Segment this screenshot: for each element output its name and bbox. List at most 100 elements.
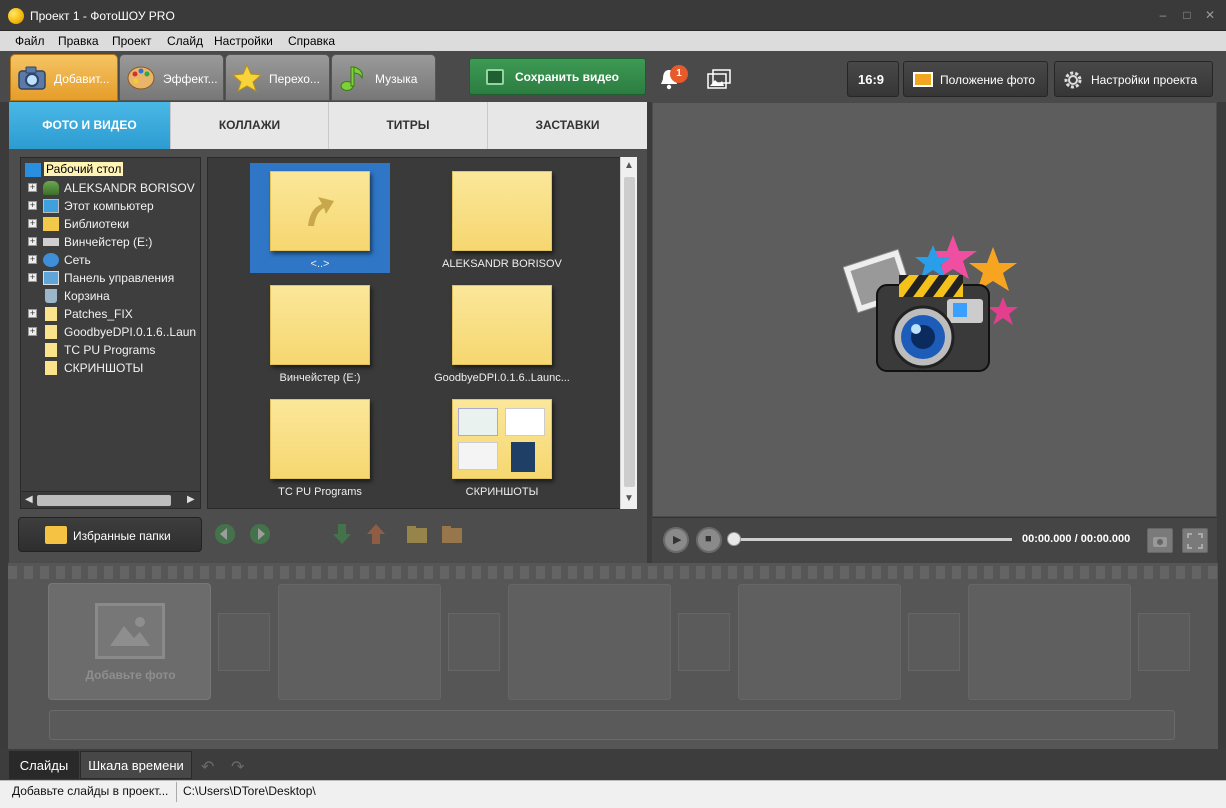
- scrollbar-thumb[interactable]: [624, 177, 635, 487]
- tree-item-goodbyedpi[interactable]: + GoodbyeDPI.0.1.6..Laun: [21, 323, 200, 341]
- tab-collages[interactable]: КОЛЛАЖИ: [171, 102, 329, 149]
- expand-icon[interactable]: +: [28, 201, 37, 210]
- tree-item-user[interactable]: + ALEKSANDR BORISOV: [21, 179, 200, 197]
- back-icon[interactable]: [213, 522, 237, 546]
- source-tabs: ФОТО И ВИДЕО КОЛЛАЖИ ТИТРЫ ЗАСТАВКИ: [9, 102, 647, 149]
- scroll-up-icon[interactable]: ▲: [624, 160, 634, 171]
- fullscreen-button[interactable]: [1182, 528, 1208, 553]
- stop-button[interactable]: ■: [696, 527, 722, 553]
- scrollbar-thumb[interactable]: [37, 495, 171, 506]
- folder-icon: [45, 361, 57, 375]
- control-panel-icon: [43, 271, 59, 285]
- expand-icon[interactable]: +: [28, 237, 37, 246]
- tree-item-control-panel[interactable]: + Панель управления: [21, 269, 200, 287]
- grid-vertical-scrollbar[interactable]: ▲ ▼: [620, 157, 637, 509]
- favorite-folders-button[interactable]: Избранные папки: [18, 517, 202, 552]
- tree-item-screenshots[interactable]: СКРИНШОТЫ: [21, 359, 200, 377]
- tree-item-label: ALEKSANDR BORISOV: [64, 181, 195, 195]
- grid-item-folder[interactable]: TC PU Programs: [250, 391, 390, 501]
- folder-add-icon[interactable]: [405, 522, 429, 546]
- menu-help[interactable]: Справка: [288, 34, 335, 48]
- tab-titles[interactable]: ТИТРЫ: [329, 102, 488, 149]
- tree-item-desktop[interactable]: Рабочий стол: [21, 161, 200, 179]
- tree-item-label: Patches_FIX: [64, 307, 133, 321]
- play-button[interactable]: ▶: [663, 527, 689, 553]
- snapshot-button[interactable]: [1147, 528, 1173, 553]
- empty-slide-slot[interactable]: [738, 584, 901, 700]
- folder-remove-icon[interactable]: [440, 522, 464, 546]
- play-icon: ▶: [673, 534, 682, 546]
- tree-item-patches[interactable]: + Patches_FIX: [21, 305, 200, 323]
- tab-photo-video[interactable]: ФОТО И ВИДЕО: [9, 102, 171, 149]
- expand-icon[interactable]: +: [28, 219, 37, 228]
- expand-icon[interactable]: +: [28, 327, 37, 336]
- close-button[interactable]: ✕: [1202, 8, 1218, 22]
- tab-music[interactable]: Музыка: [331, 54, 436, 101]
- tree-item-libraries[interactable]: + Библиотеки: [21, 215, 200, 233]
- fotoshow-logo-camera-icon: [843, 235, 1018, 372]
- grid-item-folder[interactable]: GoodbyeDPI.0.1.6..Launc...: [432, 277, 572, 387]
- forward-icon[interactable]: [248, 522, 272, 546]
- grid-item-folder[interactable]: ALEKSANDR BORISOV: [432, 163, 572, 273]
- tree-item-this-pc[interactable]: + Этот компьютер: [21, 197, 200, 215]
- aspect-ratio-label: 16:9: [858, 72, 885, 87]
- transition-slot[interactable]: [678, 613, 730, 671]
- project-settings-button[interactable]: Настройки проекта: [1054, 61, 1213, 97]
- aspect-ratio-button[interactable]: 16:9: [847, 61, 899, 97]
- tab-slides[interactable]: Слайды: [9, 751, 79, 779]
- tree-item-tc-pu[interactable]: TC PU Programs: [21, 341, 200, 359]
- photo-gallery-icon[interactable]: [706, 68, 732, 90]
- empty-slide-slot[interactable]: [278, 584, 441, 700]
- menu-file[interactable]: Файл: [15, 34, 45, 48]
- photo-position-button[interactable]: Положение фото: [903, 61, 1048, 97]
- add-photo-label: Добавьте фото: [85, 668, 176, 682]
- tab-transitions[interactable]: Перехо...: [225, 54, 330, 101]
- save-video-button[interactable]: Сохранить видео: [469, 58, 646, 95]
- undo-icon[interactable]: ↶: [201, 757, 214, 777]
- menu-edit[interactable]: Правка: [58, 34, 99, 48]
- audio-track[interactable]: [49, 710, 1175, 740]
- tree-item-drive-e[interactable]: + Винчейстер (E:): [21, 233, 200, 251]
- maximize-button[interactable]: □: [1179, 8, 1195, 22]
- tab-timeline[interactable]: Шкала времени: [80, 751, 192, 779]
- grid-item-folder[interactable]: СКРИНШОТЫ: [432, 391, 572, 501]
- tree-horizontal-scrollbar[interactable]: ◀ ▶: [21, 491, 200, 508]
- expand-icon[interactable]: +: [28, 183, 37, 192]
- minimize-button[interactable]: –: [1155, 8, 1171, 22]
- menu-settings[interactable]: Настройки: [214, 34, 273, 48]
- palette-icon: [127, 66, 155, 90]
- menu-project[interactable]: Проект: [112, 34, 152, 48]
- scroll-left-icon[interactable]: ◀: [25, 494, 33, 505]
- expand-icon[interactable]: +: [28, 255, 37, 264]
- empty-slide-slot[interactable]: [968, 584, 1131, 700]
- scroll-right-icon[interactable]: ▶: [187, 494, 195, 505]
- empty-slide-slot[interactable]: [508, 584, 671, 700]
- redo-icon[interactable]: ↷: [231, 757, 244, 777]
- menu-slide[interactable]: Слайд: [167, 34, 203, 48]
- grid-item-parent[interactable]: <..>: [250, 163, 390, 273]
- transition-slot[interactable]: [1138, 613, 1190, 671]
- playback-slider-knob[interactable]: [727, 532, 741, 546]
- notification-count-badge: 1: [670, 65, 688, 83]
- fullscreen-icon: [1187, 533, 1203, 549]
- transition-slot[interactable]: [908, 613, 960, 671]
- tab-effects[interactable]: Эффект...: [119, 54, 224, 101]
- tab-intros[interactable]: ЗАСТАВКИ: [488, 102, 647, 149]
- tab-music-label: Музыка: [375, 72, 418, 86]
- arrow-up-icon[interactable]: [364, 522, 388, 546]
- expand-icon[interactable]: +: [28, 309, 37, 318]
- transition-slot[interactable]: [448, 613, 500, 671]
- tab-add[interactable]: Добавит...: [10, 54, 118, 101]
- transition-slot[interactable]: [218, 613, 270, 671]
- tree-item-recycle-bin[interactable]: Корзина: [21, 287, 200, 305]
- grid-item-folder[interactable]: Винчейстер (E:): [250, 277, 390, 387]
- folder-icon: [452, 171, 552, 251]
- playback-track[interactable]: [734, 538, 1012, 541]
- grid-item-label: GoodbyeDPI.0.1.6..Launc...: [434, 372, 570, 384]
- tree-item-network[interactable]: + Сеть: [21, 251, 200, 269]
- scroll-down-icon[interactable]: ▼: [624, 493, 634, 504]
- add-photo-icon: [95, 603, 165, 659]
- add-photo-slot[interactable]: Добавьте фото: [48, 583, 211, 700]
- arrow-down-icon[interactable]: [330, 522, 354, 546]
- expand-icon[interactable]: +: [28, 273, 37, 282]
